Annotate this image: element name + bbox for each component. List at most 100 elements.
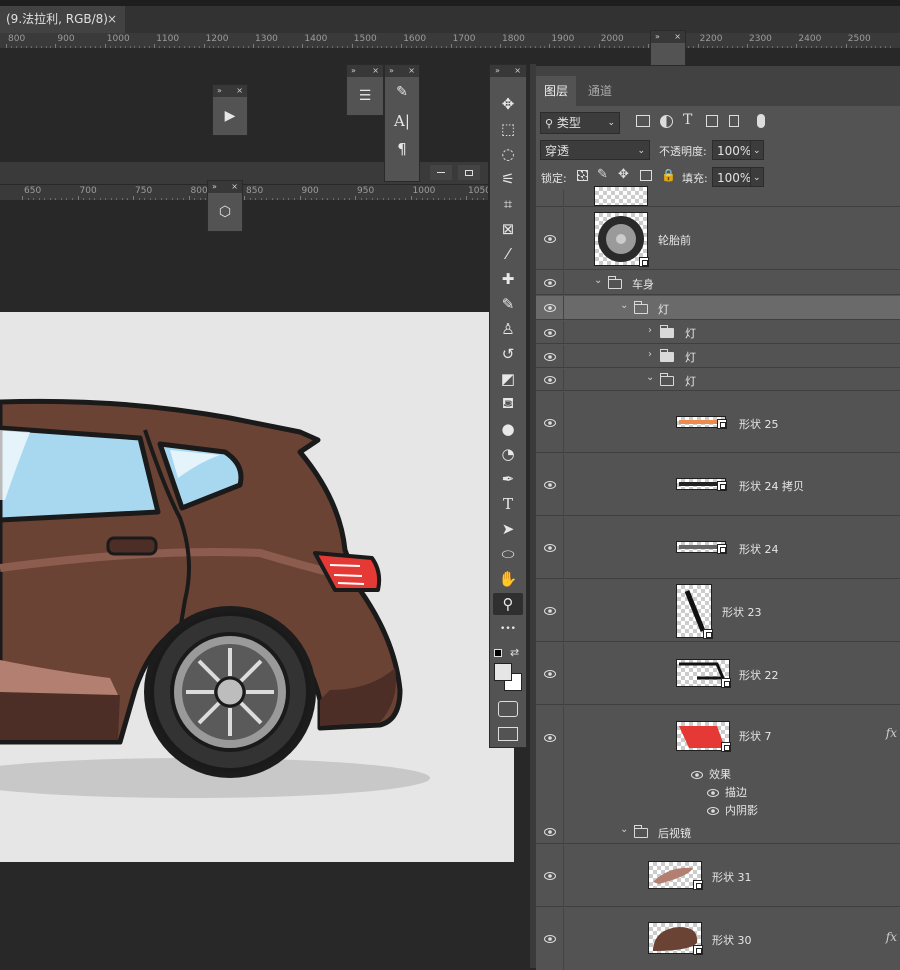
close-icon[interactable]: × [674, 31, 681, 43]
layer-group-light-selected[interactable]: ⌄ 灯 [536, 296, 900, 320]
lock-transparent-icon[interactable] [577, 170, 588, 181]
eraser-tool[interactable]: ◩ [493, 368, 523, 390]
visibility-eye-icon[interactable] [543, 826, 557, 838]
actions-mini-panel[interactable]: » × ▶ [212, 84, 248, 136]
frame-tool[interactable]: ⊠ [493, 218, 523, 240]
visibility-eye-icon[interactable] [543, 870, 557, 882]
close-icon[interactable]: × [372, 65, 379, 77]
layer-row-shape-22[interactable]: 形状 22 [536, 643, 900, 705]
document-tab[interactable]: (9.法拉利, RGB/8) × [0, 6, 125, 33]
visibility-eye-icon[interactable] [543, 417, 557, 429]
chevron-down-icon[interactable]: ⌄ [620, 300, 628, 311]
visibility-eye-icon[interactable] [543, 668, 557, 680]
layer-row-shape-25[interactable]: 形状 25 [536, 392, 900, 453]
blur-tool[interactable]: ● [493, 418, 523, 440]
visibility-eye-icon[interactable] [543, 374, 557, 386]
layer-group-light[interactable]: ⌄ 灯 [536, 369, 900, 391]
collapse-icon[interactable]: » [655, 31, 660, 43]
tab-layers[interactable]: 图层 [536, 76, 577, 106]
pen-tool[interactable]: ✒ [493, 468, 523, 490]
chevron-down-icon[interactable]: ⌄ [594, 275, 602, 286]
close-icon[interactable]: × [408, 65, 415, 77]
close-icon[interactable]: × [236, 85, 243, 97]
collapse-icon[interactable]: » [212, 181, 217, 193]
brush-mini-panel[interactable]: » × ✎ A| ¶ [384, 64, 420, 182]
quick-mask-icon[interactable] [498, 701, 518, 717]
collapse-icon[interactable]: » [495, 65, 500, 77]
layer-row-shape-24-copy[interactable]: 形状 24 拷贝 [536, 454, 900, 516]
visibility-eye-icon[interactable] [543, 605, 557, 617]
layer-row-shape-24[interactable]: 形状 24 [536, 517, 900, 579]
marquee-tool[interactable]: ⬚ [493, 118, 523, 140]
layer-group-light[interactable]: › 灯 [536, 321, 900, 344]
restore-icon[interactable] [458, 165, 480, 180]
close-tab-icon[interactable]: × [107, 6, 117, 33]
paragraph-icon[interactable]: ¶ [385, 135, 419, 163]
collapse-icon[interactable]: » [217, 85, 222, 97]
ellipse-tool[interactable]: ⬭ [493, 543, 523, 565]
chevron-right-icon[interactable]: › [648, 325, 652, 336]
properties-mini-panel[interactable]: » × ☰ [346, 64, 384, 116]
adjustments-icon[interactable]: ☰ [347, 77, 383, 115]
visibility-eye-icon[interactable] [706, 787, 720, 799]
layer-row-shape-31[interactable]: 形状 31 [536, 845, 900, 907]
collapse-icon[interactable]: » [389, 65, 394, 77]
fill-chevron-icon[interactable]: ⌄ [750, 167, 764, 187]
layer-row-partial[interactable] [536, 186, 900, 207]
default-colors-icon[interactable] [494, 649, 502, 657]
visibility-eye-icon[interactable] [543, 732, 557, 744]
visibility-eye-icon[interactable] [706, 805, 720, 817]
path-select-tool[interactable]: ➤ [493, 518, 523, 540]
layer-effects-icon[interactable]: fx [886, 726, 897, 740]
bucket-tool[interactable]: ⛾ [493, 393, 523, 415]
character-icon[interactable]: A| [385, 107, 419, 135]
layer-row-shape-23[interactable]: 形状 23 [536, 580, 900, 642]
shape-filter-icon[interactable] [706, 115, 718, 127]
play-icon[interactable]: ▶ [213, 97, 247, 135]
hand-tool[interactable]: ✋ [493, 568, 523, 590]
brush-tool[interactable]: ✎ [493, 293, 523, 315]
collapsed-mini-panel[interactable]: » × [650, 30, 686, 66]
layer-filter-select[interactable]: ⚲ 类型 ⌄ [540, 112, 620, 134]
healing-tool[interactable]: ✚ [493, 268, 523, 290]
move-tool[interactable]: ✥ [493, 93, 523, 115]
visibility-eye-icon[interactable] [543, 479, 557, 491]
layer-effects-icon[interactable]: fx [886, 930, 897, 944]
chevron-right-icon[interactable]: › [648, 349, 652, 360]
layer-row-tire-front[interactable]: 轮胎前 [536, 208, 900, 270]
tab-channels[interactable]: 通道 [580, 76, 620, 106]
history-brush-tool[interactable]: ↺ [493, 343, 523, 365]
visibility-eye-icon[interactable] [543, 351, 557, 363]
close-icon[interactable]: × [231, 181, 238, 193]
foreground-color-swatch[interactable] [494, 663, 512, 681]
chevron-down-icon[interactable]: ⌄ [646, 372, 654, 383]
minimize-icon[interactable] [430, 165, 452, 180]
dodge-tool[interactable]: ◔ [493, 443, 523, 465]
panel-divider[interactable] [530, 64, 536, 968]
crop-tool[interactable]: ⌗ [493, 193, 523, 215]
screen-mode-icon[interactable] [498, 727, 518, 741]
lock-pixels-icon[interactable]: ✎ [597, 167, 608, 182]
lock-position-icon[interactable]: ✥ [618, 167, 629, 182]
visibility-eye-icon[interactable] [543, 277, 557, 289]
3d-mini-panel[interactable]: » × ⬡ [207, 180, 243, 232]
lock-all-icon[interactable]: 🔒 [661, 168, 676, 182]
lasso-tool[interactable]: ◌ [493, 143, 523, 165]
visibility-eye-icon[interactable] [690, 769, 704, 781]
layer-group-body[interactable]: ⌄ 车身 [536, 271, 900, 295]
visibility-eye-icon[interactable] [543, 542, 557, 554]
close-icon[interactable]: × [514, 65, 521, 77]
collapse-icon[interactable]: » [351, 65, 356, 77]
adjustment-filter-icon[interactable] [660, 115, 673, 128]
more-tools[interactable]: ••• [493, 618, 523, 640]
brush-settings-icon[interactable]: ✎ [385, 77, 419, 107]
eyedropper-tool[interactable]: ⁄ [493, 243, 523, 265]
cube-icon[interactable]: ⬡ [208, 193, 242, 231]
visibility-eye-icon[interactable] [543, 327, 557, 339]
lock-artboard-icon[interactable] [640, 170, 652, 181]
pixel-filter-icon[interactable] [636, 115, 650, 127]
layer-group-mirror[interactable]: ⌄ 后视镜 [536, 820, 900, 844]
magic-wand-tool[interactable]: ⚟ [493, 168, 523, 190]
visibility-eye-icon[interactable] [543, 933, 557, 945]
swap-colors-icon[interactable]: ⇄ [510, 646, 519, 659]
